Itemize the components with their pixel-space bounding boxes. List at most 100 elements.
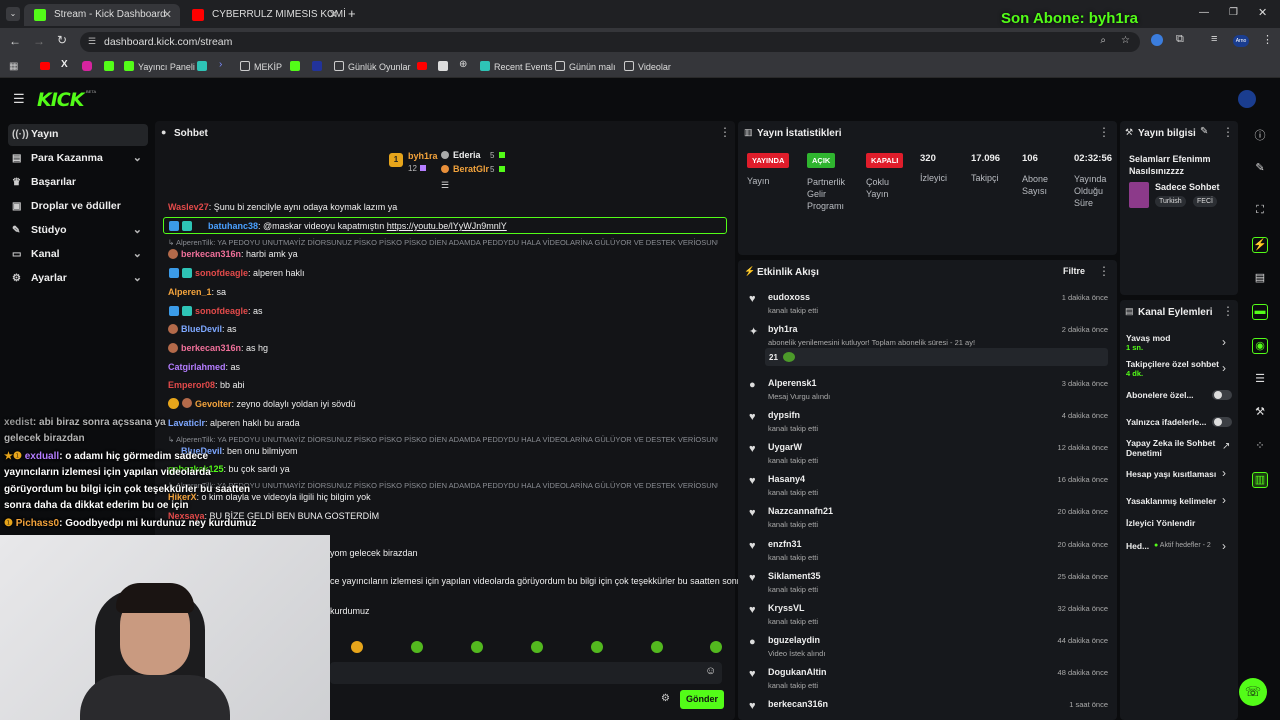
bookmark-yayinci-paneli[interactable]: Yayıncı Paneli xyxy=(124,61,195,72)
wrench-rail-icon[interactable]: ⚒ xyxy=(1252,405,1268,421)
sidebar-item-ayarlar[interactable]: ⚙ Ayarlar ⌄ xyxy=(8,268,148,290)
kick-bookmark-icon[interactable] xyxy=(104,61,114,71)
chat-username[interactable]: sonofdeagle xyxy=(195,268,248,278)
info-icon[interactable]: ⓘ xyxy=(1252,127,1268,143)
bookmark-videolar[interactable]: Videolar xyxy=(624,61,671,72)
bookmark-recent-events[interactable]: Recent Events xyxy=(480,61,553,72)
chevron-right-icon[interactable]: › xyxy=(1222,493,1226,507)
top-gifter-name[interactable]: BeratGlr xyxy=(453,164,489,174)
chat-username[interactable]: Alperen_1 xyxy=(168,287,212,297)
stats-rail-icon[interactable]: ▥ xyxy=(1252,472,1268,488)
emote-icon[interactable] xyxy=(591,641,603,653)
action-emotes-only[interactable]: Yalnızca ifadelerle... xyxy=(1126,417,1206,427)
event-username[interactable]: UygarW xyxy=(768,442,802,452)
forward-icon[interactable]: → xyxy=(33,34,45,48)
reload-icon[interactable]: ↻ xyxy=(57,33,67,47)
chat-username[interactable]: Catgirlahmed xyxy=(168,362,226,372)
chat-username[interactable]: BlueDevil xyxy=(181,324,222,334)
tab-kick-dashboard[interactable]: Stream - Kick Dashboard ✕ xyxy=(24,4,180,26)
zoom-icon[interactable]: ⌕ xyxy=(1100,35,1106,46)
filter-button[interactable]: Filtre xyxy=(1063,266,1085,276)
emote-icon[interactable] xyxy=(471,641,483,653)
kick-bookmark-icon[interactable] xyxy=(290,61,300,71)
profile-avatar[interactable]: Arno xyxy=(1233,35,1249,47)
edit-icon[interactable]: ✎ xyxy=(1252,161,1268,177)
globe-bookmark-icon[interactable]: ⊕ xyxy=(459,59,467,70)
x-bookmark-icon[interactable]: X xyxy=(61,59,68,70)
activity-menu-icon[interactable]: ⋮ xyxy=(1098,264,1110,278)
action-ai-moderation[interactable]: Yapay Zeka ile Sohbet Denetimi xyxy=(1126,438,1220,458)
youtube-bookmark-icon[interactable] xyxy=(40,62,50,70)
bookmark-gunluk-oyunlar[interactable]: Günlük Oyunlar xyxy=(334,61,411,72)
chat-username[interactable]: Gevolter xyxy=(195,399,232,409)
emote-icon[interactable] xyxy=(651,641,663,653)
top-gifter-name[interactable]: byh1ra xyxy=(408,151,438,161)
chat-username[interactable]: Emperor08 xyxy=(168,380,215,390)
chevron-right-icon[interactable]: › xyxy=(1222,466,1226,480)
bookmark-icon[interactable]: › xyxy=(219,59,222,70)
new-tab-button[interactable]: + xyxy=(348,6,356,21)
event-username[interactable]: bguzelaydin xyxy=(768,635,820,645)
collapse-gifters-icon[interactable]: ☰ xyxy=(441,180,449,191)
url-bar[interactable]: ☰ dashboard.kick.com/stream ⌕ ☆ xyxy=(80,32,1140,52)
action-subscribers-only[interactable]: Abonelere özel... xyxy=(1126,390,1194,400)
event-username[interactable]: byh1ra xyxy=(768,324,798,334)
chat-input[interactable] xyxy=(330,662,722,684)
chat-username[interactable]: Lavaticlr xyxy=(168,418,205,428)
sidebar-item-studyo[interactable]: ✎ Stüdyo ⌄ xyxy=(8,220,148,242)
emote-icon[interactable] xyxy=(411,641,423,653)
action-followers-only[interactable]: Takipçilere özel sohbet xyxy=(1126,359,1219,369)
site-info-icon[interactable]: ☰ xyxy=(88,36,96,47)
apps-grid-icon[interactable]: ▦ xyxy=(9,61,18,72)
chat-username[interactable]: sonofdeagle xyxy=(195,306,248,316)
minimize-icon[interactable]: — xyxy=(1199,7,1209,18)
activity-icon[interactable]: ⚡ xyxy=(1252,237,1268,253)
maximize-icon[interactable]: ❐ xyxy=(1229,7,1238,18)
event-username[interactable]: dypsifn xyxy=(768,410,800,420)
chat-settings-icon[interactable]: ⚙ xyxy=(661,693,670,704)
bookmark-icon[interactable] xyxy=(197,61,207,71)
stats-menu-icon[interactable]: ⋮ xyxy=(1098,125,1110,139)
close-window-icon[interactable]: ✕ xyxy=(1258,6,1267,19)
list-rail-icon[interactable]: ☰ xyxy=(1252,372,1268,388)
chat-link[interactable]: https://youtu.be/lYyWJn9mnlY xyxy=(387,221,507,231)
chat-username[interactable]: Waslev27 xyxy=(168,202,209,212)
action-slow-mode[interactable]: Yavaş mod xyxy=(1126,333,1170,343)
close-tab-icon[interactable]: ✕ xyxy=(163,8,172,21)
event-username[interactable]: DogukanAltin xyxy=(768,667,827,677)
sidebar-item-para-kazanma[interactable]: ▤ Para Kazanma ⌄ xyxy=(8,148,148,170)
extension-icon[interactable] xyxy=(1151,34,1163,46)
external-link-icon[interactable]: ↗ xyxy=(1222,441,1230,452)
bookmark-star-icon[interactable]: ☆ xyxy=(1121,35,1130,46)
hamburger-menu-icon[interactable]: ☰ xyxy=(13,91,25,107)
sidebar-item-droplar[interactable]: ▣ Droplar ve ödüller xyxy=(8,196,148,218)
chat-rail-icon[interactable]: ▬ xyxy=(1252,304,1268,320)
action-goals[interactable]: Hed... xyxy=(1126,541,1149,551)
send-button[interactable]: Gönder xyxy=(680,690,724,709)
chat-menu-icon[interactable]: ⋮ xyxy=(719,125,731,139)
chevron-right-icon[interactable]: › xyxy=(1222,361,1226,375)
event-username[interactable]: Hasany4 xyxy=(768,474,805,484)
browser-menu-icon[interactable]: ⋮ xyxy=(1262,33,1273,46)
chat-username[interactable]: berkecan316n xyxy=(181,343,241,353)
sidebar-item-basarilar[interactable]: ♛ Başarılar xyxy=(8,172,148,194)
image-bookmark-icon[interactable] xyxy=(438,61,448,71)
broadcast-rail-icon[interactable]: ◉ xyxy=(1252,338,1268,354)
instagram-bookmark-icon[interactable] xyxy=(82,61,92,71)
action-banned-words[interactable]: Yasaklanmış kelimeler xyxy=(1126,496,1216,506)
event-username[interactable]: Alperensk1 xyxy=(768,378,817,388)
subscribers-only-toggle[interactable] xyxy=(1212,390,1232,400)
chevron-right-icon[interactable]: › xyxy=(1222,335,1226,349)
event-username[interactable]: eudoxoss xyxy=(768,292,810,302)
emoji-picker-icon[interactable]: ☺ xyxy=(705,665,716,677)
top-gifter-name[interactable]: Ederia xyxy=(453,150,481,160)
emotes-only-toggle[interactable] xyxy=(1212,417,1232,427)
action-raid[interactable]: İzleyici Yönlendir xyxy=(1126,518,1195,528)
emote-icon[interactable] xyxy=(710,641,722,653)
bookmark-gunun-mali[interactable]: Günün malı xyxy=(555,61,616,72)
tab-youtube[interactable]: CYBERRULZ MIMESIS KOMİK AN ✕ xyxy=(182,4,346,26)
tab-list-button[interactable]: ⌄ xyxy=(6,7,20,21)
event-username[interactable]: enzfn31 xyxy=(768,539,802,549)
action-account-age[interactable]: Hesap yaşı kısıtlaması xyxy=(1126,469,1216,479)
bookmark-mekip[interactable]: MEKİP xyxy=(240,61,282,72)
